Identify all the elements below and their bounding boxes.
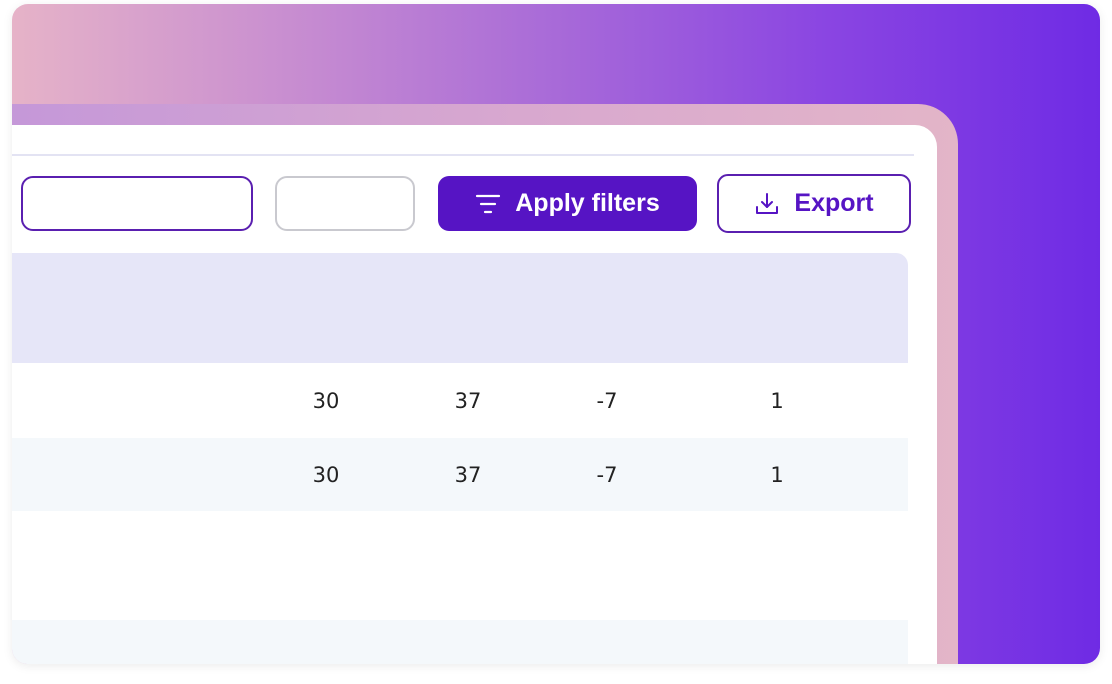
- apply-filters-label: Apply filters: [515, 189, 660, 217]
- table-row[interactable]: [12, 620, 908, 664]
- table-cell: 1: [770, 462, 784, 487]
- table-row[interactable]: 30 37 -7 1: [12, 364, 908, 437]
- search-input[interactable]: [21, 176, 253, 231]
- filter-select[interactable]: [275, 176, 415, 231]
- table-header: [12, 253, 908, 363]
- table-cell: 37: [454, 388, 482, 413]
- apply-filters-button[interactable]: Apply filters: [438, 176, 697, 231]
- app-window: Apply filters Export 30 37 -7 1 30 37 -7…: [12, 4, 1100, 664]
- table-row[interactable]: 30 37 -7 1: [12, 438, 908, 511]
- filter-icon: [475, 193, 501, 215]
- table-cell: 37: [454, 462, 482, 487]
- table-cell: 1: [770, 388, 784, 413]
- table-cell: 30: [312, 388, 340, 413]
- download-icon: [754, 191, 780, 217]
- table-cell: 30: [312, 462, 340, 487]
- export-label: Export: [794, 189, 874, 217]
- divider: [12, 154, 914, 156]
- table-cell: -7: [596, 462, 618, 487]
- table-cell: -7: [596, 388, 618, 413]
- export-button[interactable]: Export: [717, 174, 911, 233]
